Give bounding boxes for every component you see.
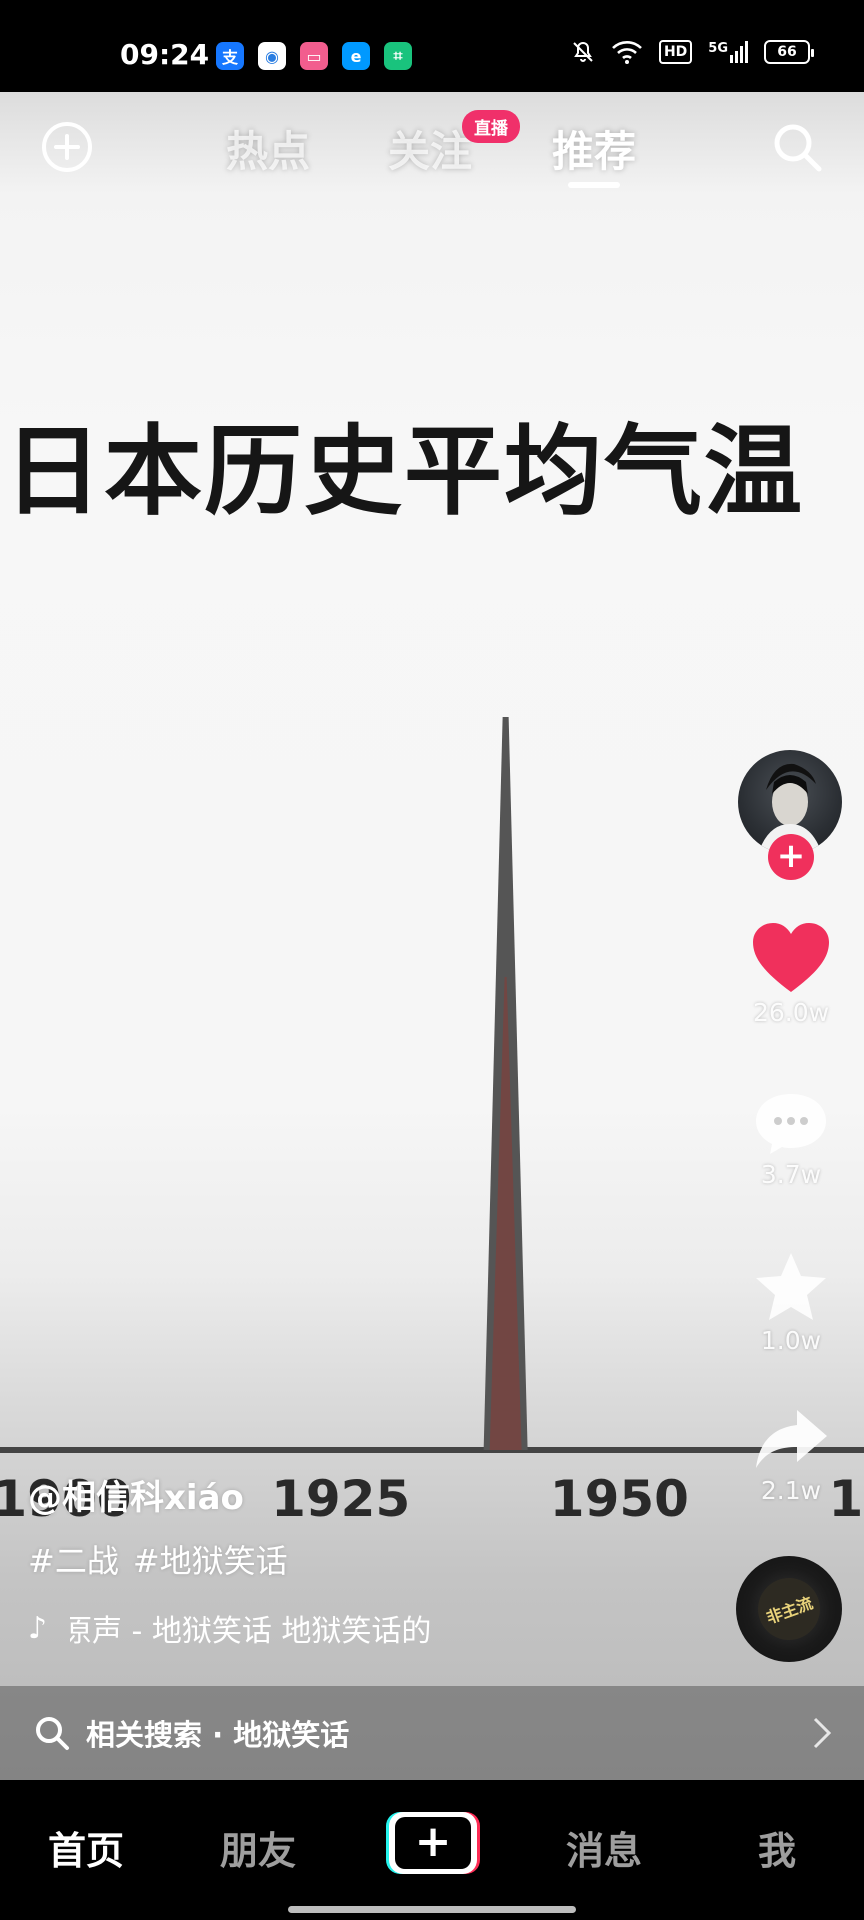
status-time: 09:24 xyxy=(120,38,210,71)
star-icon xyxy=(756,1253,826,1320)
share-count: 2.1w xyxy=(760,1476,822,1505)
search-icon[interactable] xyxy=(770,120,824,174)
shop-bag-icon: ⌗ xyxy=(384,42,412,70)
tab-hot[interactable]: 热点 xyxy=(226,118,310,179)
status-right: HD 5G 66 xyxy=(571,40,814,64)
active-tab-underline xyxy=(568,182,620,188)
video-title: 日本历史平均气温 xyxy=(4,415,805,529)
eleme-icon: e xyxy=(342,42,370,70)
add-circle-icon[interactable] xyxy=(40,120,94,174)
like-count: 26.0w xyxy=(752,998,830,1027)
hashtag-dark-joke[interactable]: #地狱笑话 xyxy=(133,1536,288,1582)
nav-me[interactable]: 我 xyxy=(758,1820,796,1875)
bottom-nav: 首页 朋友 + 消息 我 xyxy=(0,1780,864,1920)
video-frame[interactable]: 日本历史平均气温 1900192519501975 xyxy=(0,92,864,1780)
alipay-icon: 支 xyxy=(216,42,244,70)
hd-badge: HD xyxy=(658,40,693,64)
create-plus-icon: + xyxy=(414,1816,452,1867)
signal-icon xyxy=(730,41,748,63)
status-app-icons: 支 ◉ ▭ e ⌗ xyxy=(216,42,412,70)
status-bar: 09:24 支 ◉ ▭ e ⌗ HD 5G 66 xyxy=(0,0,864,92)
bell-muted-icon xyxy=(573,41,593,62)
share-arrow-icon xyxy=(756,1410,827,1468)
like-action[interactable]: 26.0w xyxy=(736,922,846,1027)
author-handle[interactable]: @相信科xiáo xyxy=(28,1470,244,1519)
search-icon xyxy=(36,1717,69,1750)
music-disc[interactable]: 非主流 xyxy=(736,1556,842,1662)
comment-icon xyxy=(756,1094,826,1154)
battery-indicator: 66 xyxy=(764,40,814,64)
top-nav: 热点 关注 直播 推荐 xyxy=(0,92,864,202)
share-action[interactable]: 2.1w xyxy=(736,1406,846,1505)
nav-friends[interactable]: 朋友 xyxy=(220,1820,296,1875)
music-disc-label: 非主流 xyxy=(749,1569,829,1649)
related-search-bar[interactable]: 相关搜索 · 地狱笑话 xyxy=(0,1686,864,1780)
hashtag-ww2[interactable]: #二战 xyxy=(28,1536,119,1582)
related-search-text: 相关搜索 · 地狱笑话 xyxy=(86,1718,350,1752)
tab-following[interactable]: 关注 xyxy=(388,118,472,179)
chart-x-tick-label: 1950 xyxy=(550,1470,689,1528)
home-indicator xyxy=(288,1906,576,1913)
temperature-chart: 1900192519501975 xyxy=(0,716,864,1528)
music-marquee: 原声 - 地狱笑话 地狱笑话的 xyxy=(70,1606,460,1650)
follow-button[interactable]: + xyxy=(768,834,814,880)
nav-home[interactable]: 首页 xyxy=(48,1820,124,1875)
create-button[interactable]: + xyxy=(386,1812,480,1874)
nav-messages[interactable]: 消息 xyxy=(566,1820,642,1875)
favorite-action[interactable]: 1.0w xyxy=(736,1250,846,1355)
heart-icon xyxy=(753,923,829,992)
comment-action[interactable]: 3.7w xyxy=(736,1090,846,1189)
chart-x-tick-label: 1925 xyxy=(271,1470,410,1528)
live-badge[interactable]: 直播 xyxy=(462,110,520,143)
music-note-icon: ♪ xyxy=(28,1610,48,1646)
chrome-like-icon: ◉ xyxy=(258,42,286,70)
music-row[interactable]: ♪ 原声 - 地狱笑话 地狱笑话的 xyxy=(28,1606,468,1650)
hashtags: #二战 #地狱笑话 xyxy=(28,1536,288,1582)
favorite-count: 1.0w xyxy=(760,1326,822,1355)
comment-count: 3.7w xyxy=(760,1160,822,1189)
wifi-icon xyxy=(612,41,642,64)
network-5g: 5G xyxy=(708,41,748,63)
chevron-right-icon xyxy=(813,1717,832,1749)
music-title: 原声 - 地狱笑话 地狱笑话的 xyxy=(70,1614,432,1649)
tab-recommended[interactable]: 推荐 xyxy=(552,118,636,179)
bilibili-icon: ▭ xyxy=(300,42,328,70)
